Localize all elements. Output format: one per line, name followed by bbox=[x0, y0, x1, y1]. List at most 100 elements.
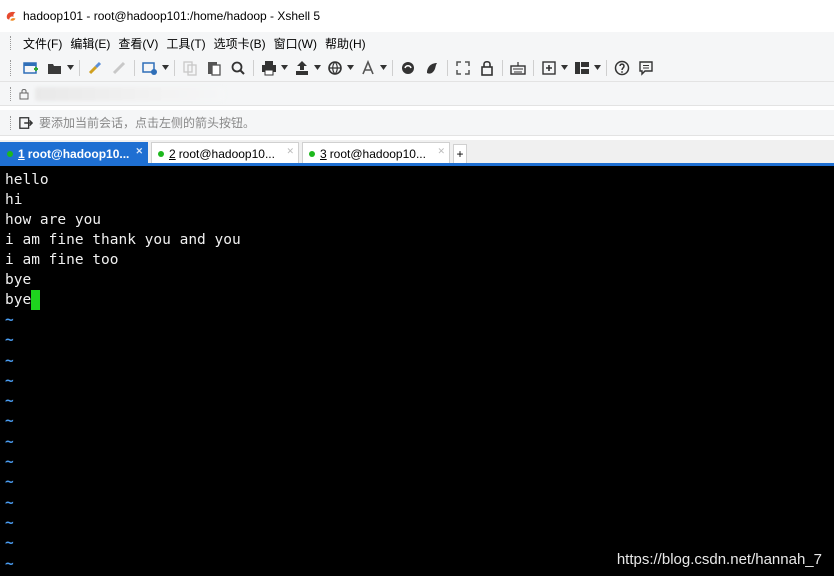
connected-status-dot bbox=[158, 150, 164, 157]
vim-empty-line-marker: ~ bbox=[5, 494, 14, 511]
print-dropdown-icon[interactable] bbox=[281, 59, 288, 77]
globe-icon[interactable] bbox=[326, 59, 344, 77]
menu-help[interactable]: 帮助(H) bbox=[321, 35, 370, 52]
open-folder-icon[interactable] bbox=[46, 59, 64, 77]
vim-empty-line-marker: ~ bbox=[5, 474, 14, 491]
tab-bar: 1 root@hadoop10... ✕ 2 root@hadoop10... … bbox=[0, 140, 834, 164]
menubar-grip[interactable] bbox=[10, 36, 13, 50]
address-field-blurred[interactable] bbox=[35, 86, 225, 101]
vim-empty-line-marker: ~ bbox=[5, 372, 14, 389]
toolbar-separator bbox=[79, 59, 80, 76]
paste-icon[interactable] bbox=[205, 59, 223, 77]
menu-edit[interactable]: 编辑(E) bbox=[66, 35, 114, 52]
xshell-logo-icon bbox=[6, 11, 16, 21]
properties-dropdown-icon[interactable] bbox=[162, 59, 169, 77]
properties-icon[interactable] bbox=[141, 59, 159, 77]
terminal-line-text: bye bbox=[5, 292, 32, 308]
tab-number: 2 bbox=[169, 146, 176, 161]
menu-window[interactable]: 窗口(W) bbox=[270, 35, 321, 52]
address-lock-icon bbox=[19, 88, 29, 99]
vim-empty-line-marker: ~ bbox=[5, 312, 14, 328]
reconnect-icon[interactable] bbox=[86, 59, 104, 77]
globe-dropdown-icon[interactable] bbox=[347, 59, 354, 77]
tab-number: 1 bbox=[18, 146, 25, 161]
terminal-line: how are you bbox=[5, 212, 102, 228]
vim-empty-line-marker: ~ bbox=[5, 413, 14, 430]
tab-session-2[interactable]: 2 root@hadoop10... ✕ bbox=[151, 142, 299, 164]
layout-icon[interactable] bbox=[573, 59, 591, 77]
vim-empty-line-marker: ~ bbox=[5, 454, 14, 471]
tab-close-icon[interactable]: ✕ bbox=[437, 146, 445, 157]
add-session-arrow-icon[interactable] bbox=[19, 116, 33, 130]
transfer-dropdown-icon[interactable] bbox=[314, 59, 321, 77]
toolbar-separator bbox=[253, 59, 254, 76]
tab-label: root@hadoop10... bbox=[27, 146, 130, 161]
toolbar-separator bbox=[174, 59, 175, 76]
address-bar bbox=[0, 82, 834, 106]
terminal-pane[interactable]: hello hi how are you i am fine thank you… bbox=[0, 166, 834, 576]
toolbar-separator bbox=[392, 59, 393, 76]
xmanager-icon[interactable] bbox=[423, 59, 441, 77]
font-dropdown-icon[interactable] bbox=[380, 59, 387, 77]
window-title: hadoop101 - root@hadoop101:/home/hadoop … bbox=[23, 9, 321, 23]
vim-empty-line-marker: ~ bbox=[5, 332, 14, 349]
print-icon[interactable] bbox=[260, 59, 278, 77]
menu-tabs[interactable]: 选项卡(B) bbox=[210, 35, 270, 52]
connected-status-dot bbox=[7, 150, 13, 157]
menu-bar: 文件(F) 编辑(E) 查看(V) 工具(T) 选项卡(B) 窗口(W) 帮助(… bbox=[0, 32, 834, 54]
tab-close-icon[interactable]: ✕ bbox=[286, 146, 294, 157]
empty-lines: ~ ~ ~ ~ ~ ~ ~ ~ ~ ~ ~ ~ ~ bbox=[5, 310, 834, 574]
copy-icon[interactable] bbox=[181, 59, 199, 77]
terminal-cursor bbox=[31, 290, 41, 310]
font-icon[interactable] bbox=[359, 59, 377, 77]
session-hint-text: 要添加当前会话，点击左侧的箭头按钮。 bbox=[39, 116, 256, 130]
chat-icon[interactable] bbox=[637, 59, 655, 77]
addressbar-grip[interactable] bbox=[10, 86, 13, 101]
terminal-line-current: bye bbox=[5, 290, 834, 310]
toolbar-separator bbox=[533, 59, 534, 76]
compose-icon[interactable] bbox=[540, 59, 558, 77]
find-icon[interactable] bbox=[229, 59, 247, 77]
tab-session-1[interactable]: 1 root@hadoop10... ✕ bbox=[0, 142, 148, 164]
sessionbar-grip[interactable] bbox=[10, 115, 13, 130]
transfer-icon[interactable] bbox=[293, 59, 311, 77]
xftp-icon[interactable] bbox=[399, 59, 417, 77]
tab-session-3[interactable]: 3 root@hadoop10... ✕ bbox=[302, 142, 450, 164]
keyboard-icon[interactable] bbox=[509, 59, 527, 77]
fullscreen-icon[interactable] bbox=[454, 59, 472, 77]
title-bar: hadoop101 - root@hadoop101:/home/hadoop … bbox=[0, 0, 834, 32]
menu-tools[interactable]: 工具(T) bbox=[162, 35, 209, 52]
new-tab-button[interactable]: + bbox=[453, 144, 467, 164]
compose-dropdown-icon[interactable] bbox=[561, 59, 568, 77]
toolbar-separator bbox=[502, 59, 503, 76]
toolbar-grip[interactable] bbox=[10, 59, 13, 76]
tab-label: root@hadoop10... bbox=[178, 146, 275, 161]
vim-empty-line-marker: ~ bbox=[5, 514, 14, 531]
toolbar-separator bbox=[606, 59, 607, 76]
open-dropdown-icon[interactable] bbox=[67, 59, 74, 77]
toolbar-separator bbox=[447, 59, 448, 76]
tab-number: 3 bbox=[320, 146, 327, 161]
tab-label: root@hadoop10... bbox=[329, 146, 426, 161]
vim-empty-line-marker: ~ bbox=[5, 433, 14, 450]
menu-file[interactable]: 文件(F) bbox=[19, 35, 66, 52]
lock-icon[interactable] bbox=[478, 59, 496, 77]
terminal-line: hello bbox=[5, 172, 49, 188]
new-session-icon[interactable] bbox=[22, 59, 40, 77]
session-bar: 要添加当前会话，点击左侧的箭头按钮。 bbox=[0, 110, 834, 136]
layout-dropdown-icon[interactable] bbox=[594, 59, 601, 77]
disconnect-icon[interactable] bbox=[110, 59, 128, 77]
toolbar bbox=[0, 54, 834, 82]
watermark: https://blog.csdn.net/hannah_7 bbox=[616, 551, 822, 568]
vim-empty-line-marker: ~ bbox=[5, 393, 14, 410]
help-icon[interactable] bbox=[613, 59, 631, 77]
terminal-line: i am fine too bbox=[5, 252, 119, 268]
connected-status-dot bbox=[309, 150, 315, 157]
terminal-line: i am fine thank you and you bbox=[5, 232, 241, 248]
menu-view[interactable]: 查看(V) bbox=[114, 35, 162, 52]
vim-empty-line-marker: ~ bbox=[5, 352, 14, 369]
terminal-line: bye bbox=[5, 272, 32, 288]
tab-close-icon[interactable]: ✕ bbox=[135, 146, 143, 157]
toolbar-separator bbox=[134, 59, 135, 76]
terminal-line: hi bbox=[5, 192, 23, 208]
